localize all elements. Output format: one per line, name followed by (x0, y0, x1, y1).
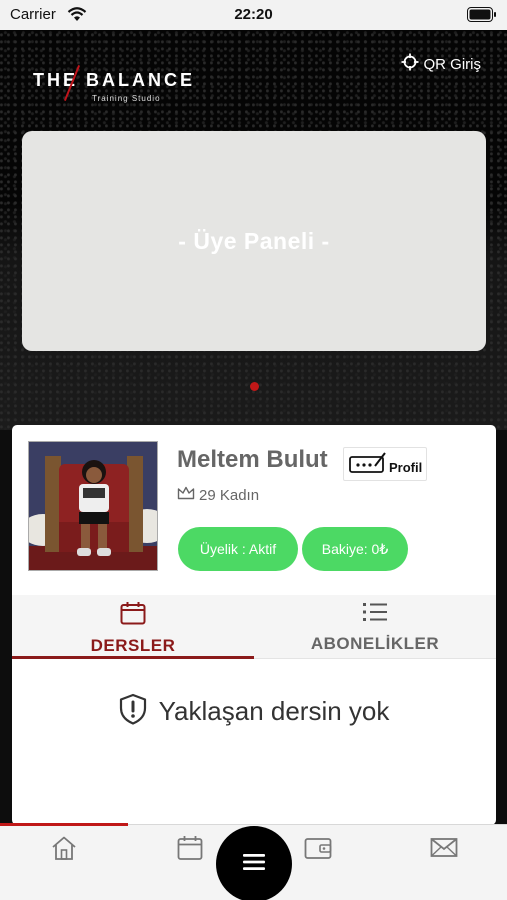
shield-alert-icon (119, 693, 147, 730)
tab-lessons-label: DERSLER (90, 636, 176, 655)
tab-bar-top: DERSLER ABONELİKLER (12, 595, 496, 659)
menu-icon (242, 853, 266, 876)
tab-subscriptions[interactable]: ABONELİKLER (254, 595, 496, 659)
membership-status-badge[interactable]: Üyelik : Aktif (178, 527, 298, 571)
logo-title: THE BALANCE (33, 70, 195, 90)
calendar-icon[interactable] (177, 835, 203, 866)
crosshair-icon (401, 53, 419, 75)
calendar-icon (120, 601, 146, 630)
tab-lessons[interactable]: DERSLER (12, 595, 254, 659)
studio-logo: THE BALANCE Training Studio (33, 65, 208, 110)
user-age-gender: 29 Kadın (199, 486, 260, 504)
profile-button-label: Profil (389, 459, 423, 475)
profile-button[interactable]: Profil (343, 447, 427, 481)
mail-icon[interactable] (430, 835, 458, 866)
clock: 22:20 (234, 6, 273, 23)
logo-subtitle: Training Studio (92, 94, 161, 103)
battery-icon (467, 7, 497, 27)
wallet-icon[interactable] (304, 835, 332, 866)
home-icon[interactable] (51, 835, 77, 866)
status-bar: Carrier 22:20 (0, 0, 507, 30)
user-name: Meltem Bulut (177, 446, 328, 473)
avatar (28, 441, 158, 571)
user-info: 29 Kadın (177, 486, 259, 504)
empty-state-text: Yaklaşan dersin yok (158, 696, 390, 726)
profile-card: Meltem Bulut Profil 29 Kadın Üyelik : Ak… (12, 425, 496, 825)
member-panel-banner[interactable]: - Üye Paneli - (22, 131, 486, 351)
hero-background: THE BALANCE Training Studio QR Giriş - Ü… (0, 30, 507, 430)
balance-badge[interactable]: Bakiye: 0₺ (302, 527, 408, 571)
empty-state: Yaklaşan dersin yok (12, 693, 496, 730)
qr-login-button[interactable]: QR Giriş (401, 53, 482, 75)
bottom-nav-active-indicator (0, 823, 128, 826)
carousel-dot-active[interactable] (250, 382, 259, 391)
menu-button[interactable] (216, 826, 292, 900)
qr-login-label: QR Giriş (423, 55, 482, 73)
edit-pen-icon (349, 450, 387, 479)
crown-icon (177, 486, 195, 504)
banner-text: - Üye Paneli - (178, 227, 330, 254)
tab-subscriptions-label: ABONELİKLER (310, 634, 440, 653)
list-icon (362, 601, 388, 628)
